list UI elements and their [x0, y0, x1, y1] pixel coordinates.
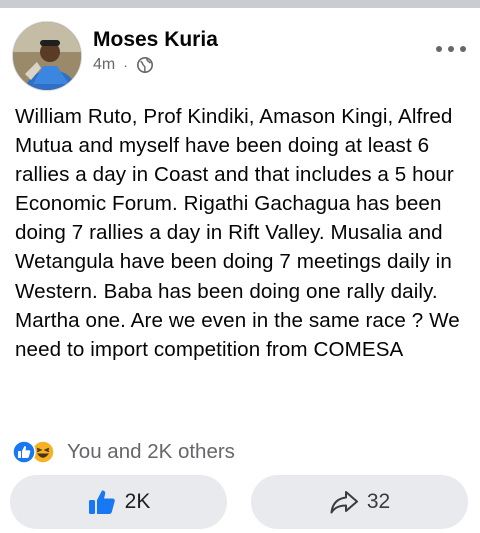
meta-separator: · — [123, 57, 128, 73]
like-reaction-icon — [12, 440, 36, 464]
reactions-summary[interactable]: You and 2K others — [12, 437, 235, 467]
post-time[interactable]: 4m — [93, 56, 115, 74]
share-count: 32 — [366, 490, 391, 513]
share-button[interactable]: 32 — [251, 475, 468, 529]
share-arrow-icon — [330, 491, 358, 514]
author-name[interactable]: Moses Kuria — [93, 28, 218, 52]
like-button[interactable]: 2K — [10, 475, 227, 529]
post-body-text: William Ruto, Prof Kindiki, Amason Kingi… — [15, 105, 460, 361]
profile-photo — [13, 22, 81, 90]
top-divider — [0, 0, 480, 8]
more-horizontal-icon — [436, 46, 442, 52]
action-bar: 2K 32 — [0, 474, 480, 530]
avatar[interactable] — [12, 21, 82, 91]
post-meta: 4m · — [93, 56, 154, 74]
like-count: 2K — [124, 490, 151, 513]
thumbs-up-icon — [88, 490, 115, 514]
more-options-button[interactable] — [436, 42, 466, 56]
reaction-icons — [12, 439, 62, 465]
post-header: Moses Kuria 4m · — [0, 8, 480, 92]
reaction-summary-text: You and 2K others — [67, 440, 235, 463]
globe-icon[interactable] — [136, 56, 154, 74]
